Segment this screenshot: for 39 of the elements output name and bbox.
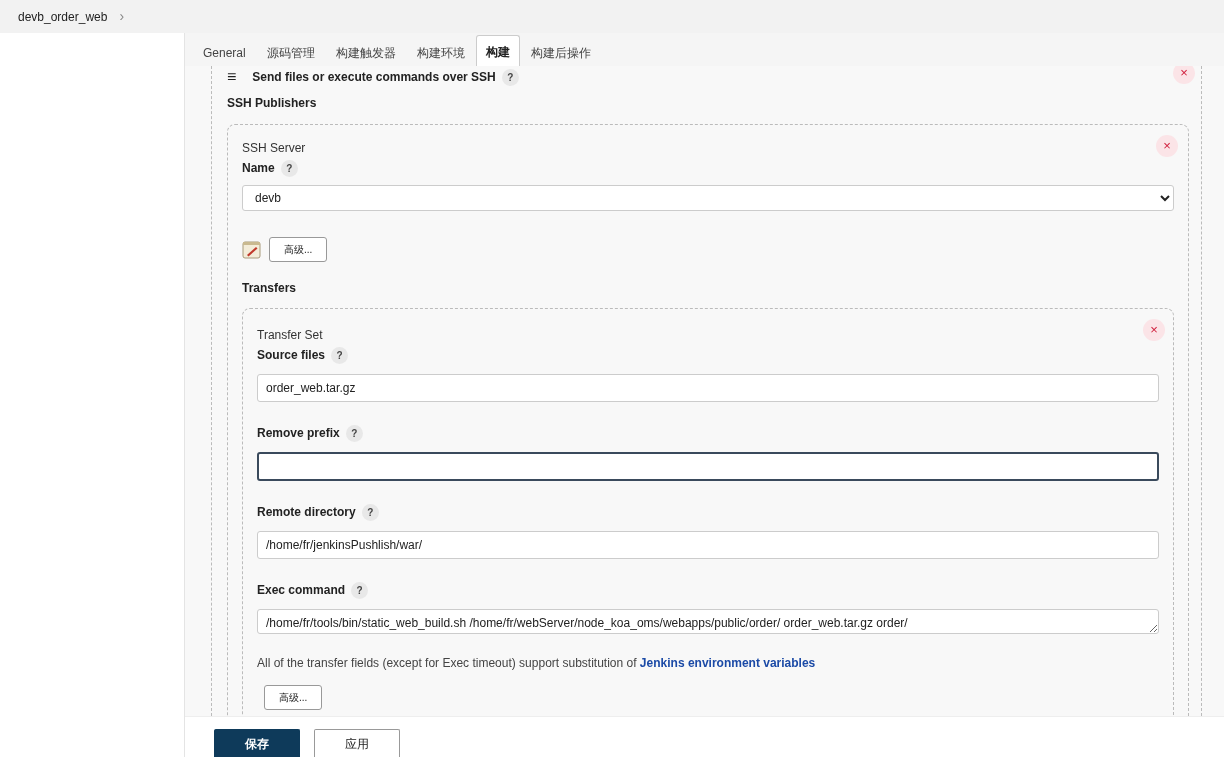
- transfer-set-heading: Transfer Set: [257, 327, 323, 344]
- help-button[interactable]: ?: [361, 503, 379, 521]
- help-button[interactable]: ?: [351, 581, 369, 599]
- environment-variables-link[interactable]: Jenkins environment variables: [639, 656, 816, 670]
- tab[interactable]: 构建: [475, 35, 520, 66]
- field-label: Remote directory: [257, 504, 356, 521]
- remove-button[interactable]: ×: [1173, 66, 1195, 84]
- section-heading: Transfers: [242, 280, 297, 297]
- text-field[interactable]: order_web.tar.gz: [257, 374, 1159, 402]
- help-button[interactable]: ?: [345, 424, 363, 442]
- tab[interactable]: 源码管理: [256, 38, 325, 66]
- tab[interactable]: 构建后操作: [520, 38, 601, 66]
- step-title: Send files or execute commands over SSH: [252, 69, 496, 86]
- remove-button[interactable]: ×: [1156, 135, 1178, 157]
- save-button[interactable]: 保存: [214, 729, 300, 757]
- help-button[interactable]: ?: [280, 159, 298, 177]
- tab[interactable]: 构建环境: [406, 38, 475, 66]
- text-field[interactable]: /home/fr/jenkinsPushlish/war/: [257, 531, 1159, 559]
- breadcrumb-link[interactable]: devb_order_web: [18, 7, 108, 26]
- server-heading: SSH Server: [242, 140, 306, 157]
- tab[interactable]: 构建触发器: [325, 38, 406, 66]
- server-select[interactable]: devb: [242, 185, 1174, 211]
- field-label: Name: [242, 160, 275, 177]
- field-label: Remove prefix: [257, 425, 340, 442]
- apply-button[interactable]: 应用: [314, 729, 400, 757]
- help-button[interactable]: ?: [501, 68, 519, 86]
- remove-button[interactable]: ×: [1143, 319, 1165, 341]
- breadcrumb-separator: ›: [119, 7, 125, 26]
- tab[interactable]: General: [193, 38, 256, 66]
- notepad-icon: [242, 240, 261, 259]
- field-label: Source files: [257, 347, 326, 364]
- command-field[interactable]: /home/fr/tools/bin/static_web_build.sh /home/fr/webServer/node_koa_oms/webapps/public/order/ order_web.tar.gz order/: [257, 609, 1159, 634]
- menu-icon[interactable]: ≡: [227, 69, 237, 85]
- help-text: All of the transfer fields (except for Exec timeout) support substitution of Jenkins environment variables: [257, 655, 817, 672]
- help-button[interactable]: ?: [331, 346, 349, 364]
- field-label: Exec command: [257, 582, 346, 599]
- section-heading: SSH Publishers: [227, 95, 317, 112]
- advanced-button[interactable]: 高级...: [269, 237, 328, 262]
- advanced-button[interactable]: 高级...: [264, 685, 323, 710]
